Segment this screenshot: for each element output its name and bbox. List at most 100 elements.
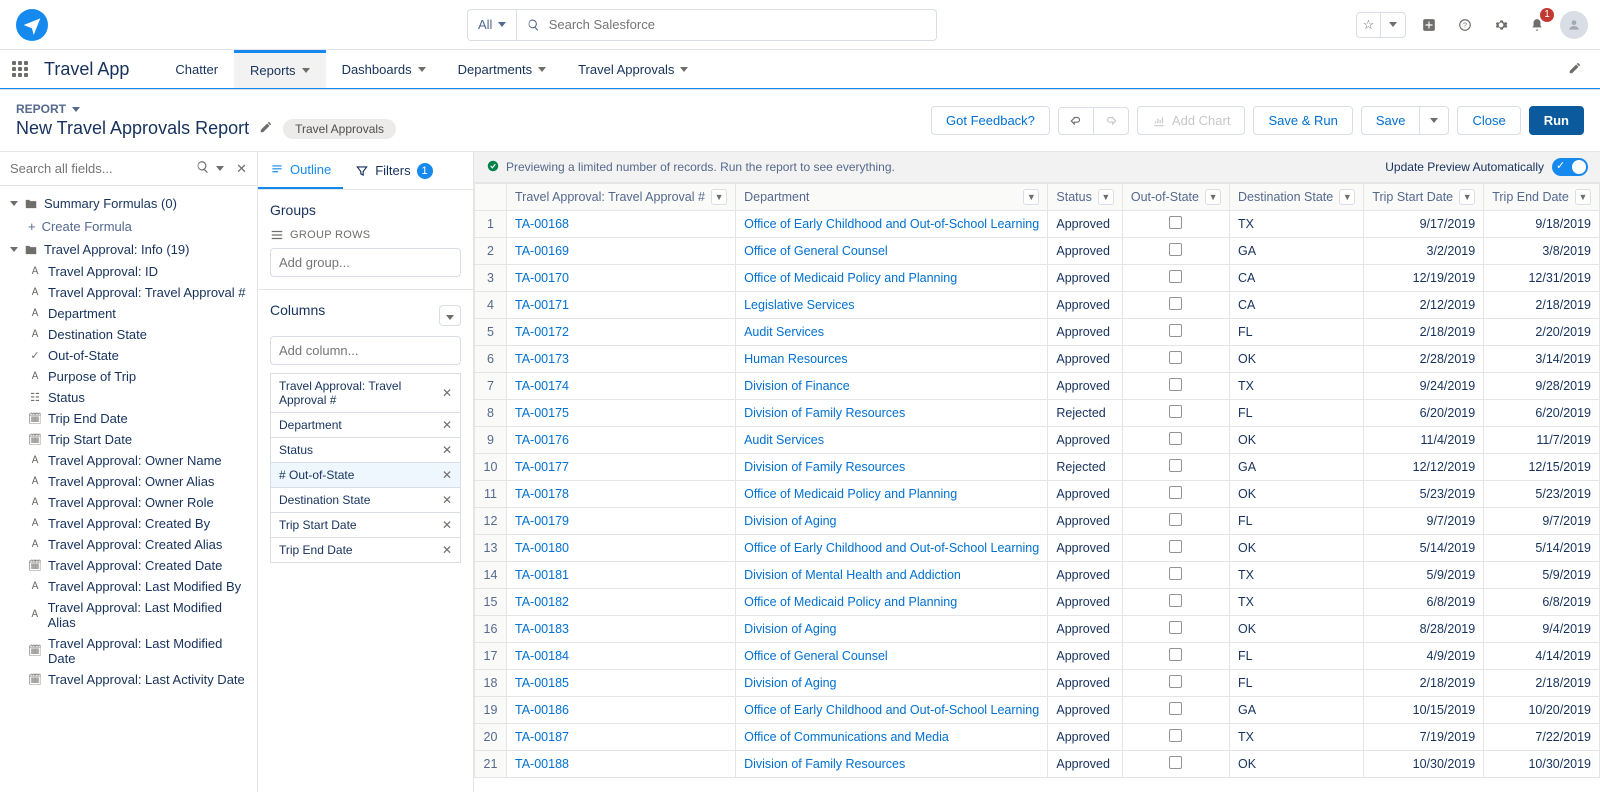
field-item[interactable]: 🗓Travel Approval: Last Modified Date bbox=[0, 633, 257, 669]
cell-department[interactable]: Office of Early Childhood and Out-of-Sch… bbox=[736, 535, 1048, 562]
column-header[interactable]: Trip Start Date▼ bbox=[1364, 184, 1484, 211]
column-menu-icon[interactable]: ▼ bbox=[1098, 189, 1114, 205]
column-menu-icon[interactable]: ▼ bbox=[1575, 189, 1591, 205]
remove-column-icon[interactable]: ✕ bbox=[442, 386, 452, 400]
cell-department[interactable]: Office of General Counsel bbox=[736, 238, 1048, 265]
remove-column-icon[interactable]: ✕ bbox=[442, 418, 452, 432]
column-menu-icon[interactable]: ▼ bbox=[1339, 189, 1355, 205]
field-item[interactable]: ATravel Approval: ID bbox=[0, 261, 257, 282]
column-menu-icon[interactable]: ▼ bbox=[711, 189, 727, 205]
column-item[interactable]: Trip Start Date✕ bbox=[270, 513, 461, 538]
field-item[interactable]: ✓Out-of-State bbox=[0, 345, 257, 366]
column-item[interactable]: Status✕ bbox=[270, 438, 461, 463]
cell-id[interactable]: TA-00173 bbox=[507, 346, 736, 373]
column-item[interactable]: # Out-of-State✕ bbox=[270, 463, 461, 488]
cell-id[interactable]: TA-00184 bbox=[507, 643, 736, 670]
cell-id[interactable]: TA-00170 bbox=[507, 265, 736, 292]
field-item[interactable]: ATravel Approval: Created Alias bbox=[0, 534, 257, 555]
cell-department[interactable]: Division of Aging bbox=[736, 508, 1048, 535]
field-item[interactable]: APurpose of Trip bbox=[0, 366, 257, 387]
field-item[interactable]: ATravel Approval: Owner Alias bbox=[0, 471, 257, 492]
cell-id[interactable]: TA-00183 bbox=[507, 616, 736, 643]
cell-department[interactable]: Office of Early Childhood and Out-of-Sch… bbox=[736, 211, 1048, 238]
remove-column-icon[interactable]: ✕ bbox=[442, 468, 452, 482]
cell-department[interactable]: Office of Medicaid Policy and Planning bbox=[736, 481, 1048, 508]
field-item[interactable]: 🗓Trip End Date bbox=[0, 408, 257, 429]
column-item[interactable]: Trip End Date✕ bbox=[270, 538, 461, 563]
cell-department[interactable]: Division of Family Resources bbox=[736, 454, 1048, 481]
cell-id[interactable]: TA-00168 bbox=[507, 211, 736, 238]
field-item[interactable]: ATravel Approval: Owner Name bbox=[0, 450, 257, 471]
cell-id[interactable]: TA-00186 bbox=[507, 697, 736, 724]
save-run-button[interactable]: Save & Run bbox=[1253, 106, 1352, 135]
undo-button[interactable] bbox=[1058, 107, 1094, 135]
column-item[interactable]: Travel Approval: Travel Approval #✕ bbox=[270, 373, 461, 413]
help-icon[interactable]: ? bbox=[1452, 12, 1478, 38]
cell-department[interactable]: Division of Aging bbox=[736, 670, 1048, 697]
field-item[interactable]: ADestination State bbox=[0, 324, 257, 345]
column-header[interactable]: Destination State▼ bbox=[1230, 184, 1364, 211]
cell-department[interactable]: Human Resources bbox=[736, 346, 1048, 373]
remove-column-icon[interactable]: ✕ bbox=[442, 518, 452, 532]
search-icon[interactable] bbox=[196, 160, 210, 177]
nav-item-reports[interactable]: Reports bbox=[234, 50, 326, 88]
cell-department[interactable]: Office of Medicaid Policy and Planning bbox=[736, 589, 1048, 616]
nav-item-chatter[interactable]: Chatter bbox=[159, 50, 234, 88]
global-search-input[interactable] bbox=[549, 17, 926, 32]
field-item[interactable]: ATravel Approval: Last Modified Alias bbox=[0, 597, 257, 633]
field-item[interactable]: ATravel Approval: Last Modified By bbox=[0, 576, 257, 597]
remove-column-icon[interactable]: ✕ bbox=[442, 493, 452, 507]
tab-filters[interactable]: Filters 1 bbox=[343, 152, 444, 189]
nav-item-travel-approvals[interactable]: Travel Approvals bbox=[562, 50, 704, 88]
avatar[interactable] bbox=[1560, 11, 1588, 39]
cell-department[interactable]: Division of Family Resources bbox=[736, 400, 1048, 427]
close-icon[interactable]: ✕ bbox=[236, 161, 247, 177]
cell-id[interactable]: TA-00177 bbox=[507, 454, 736, 481]
add-column-input[interactable] bbox=[270, 336, 461, 365]
cell-id[interactable]: TA-00187 bbox=[507, 724, 736, 751]
cell-department[interactable]: Audit Services bbox=[736, 319, 1048, 346]
got-feedback-button[interactable]: Got Feedback? bbox=[931, 106, 1050, 135]
column-menu-icon[interactable]: ▼ bbox=[1205, 189, 1221, 205]
column-header[interactable]: Travel Approval: Travel Approval #▼ bbox=[507, 184, 736, 211]
add-icon[interactable] bbox=[1416, 12, 1442, 38]
cell-id[interactable]: TA-00172 bbox=[507, 319, 736, 346]
column-header[interactable]: Trip End Date▼ bbox=[1484, 184, 1600, 211]
column-menu-icon[interactable]: ▼ bbox=[1459, 189, 1475, 205]
column-header[interactable]: Out-of-State▼ bbox=[1122, 184, 1229, 211]
nav-item-dashboards[interactable]: Dashboards bbox=[326, 50, 442, 88]
chevron-down-icon[interactable] bbox=[216, 166, 224, 171]
cell-department[interactable]: Office of General Counsel bbox=[736, 643, 1048, 670]
nav-item-departments[interactable]: Departments bbox=[442, 50, 562, 88]
save-more-button[interactable] bbox=[1420, 106, 1449, 135]
save-button[interactable]: Save bbox=[1361, 106, 1421, 135]
cell-department[interactable]: Division of Finance bbox=[736, 373, 1048, 400]
columns-menu-button[interactable] bbox=[439, 305, 461, 326]
edit-title-icon[interactable] bbox=[259, 120, 273, 137]
data-grid[interactable]: Travel Approval: Travel Approval #▼Depar… bbox=[474, 183, 1600, 792]
field-item[interactable]: 🗓Travel Approval: Last Activity Date bbox=[0, 669, 257, 690]
column-header[interactable]: Status▼ bbox=[1048, 184, 1122, 211]
cell-department[interactable]: Audit Services bbox=[736, 427, 1048, 454]
cell-id[interactable]: TA-00180 bbox=[507, 535, 736, 562]
column-header[interactable]: Department▼ bbox=[736, 184, 1048, 211]
close-button[interactable]: Close bbox=[1457, 106, 1520, 135]
favorite-dropdown[interactable]: ☆ bbox=[1356, 12, 1406, 38]
cell-id[interactable]: TA-00169 bbox=[507, 238, 736, 265]
cell-department[interactable]: Office of Medicaid Policy and Planning bbox=[736, 265, 1048, 292]
cell-department[interactable]: Legislative Services bbox=[736, 292, 1048, 319]
cell-id[interactable]: TA-00171 bbox=[507, 292, 736, 319]
column-item[interactable]: Destination State✕ bbox=[270, 488, 461, 513]
field-item[interactable]: ATravel Approval: Travel Approval # bbox=[0, 282, 257, 303]
field-item[interactable]: ☷Status bbox=[0, 387, 257, 408]
search-scope-dropdown[interactable]: All bbox=[468, 10, 517, 40]
remove-column-icon[interactable]: ✕ bbox=[442, 543, 452, 557]
field-item[interactable]: ATravel Approval: Created By bbox=[0, 513, 257, 534]
cell-id[interactable]: TA-00188 bbox=[507, 751, 736, 778]
field-item[interactable]: 🗓Trip Start Date bbox=[0, 429, 257, 450]
report-object-pill[interactable]: Travel Approvals bbox=[283, 119, 396, 139]
run-button[interactable]: Run bbox=[1529, 106, 1584, 135]
remove-column-icon[interactable]: ✕ bbox=[442, 443, 452, 457]
field-item[interactable]: ADepartment bbox=[0, 303, 257, 324]
cell-department[interactable]: Office of Early Childhood and Out-of-Sch… bbox=[736, 697, 1048, 724]
